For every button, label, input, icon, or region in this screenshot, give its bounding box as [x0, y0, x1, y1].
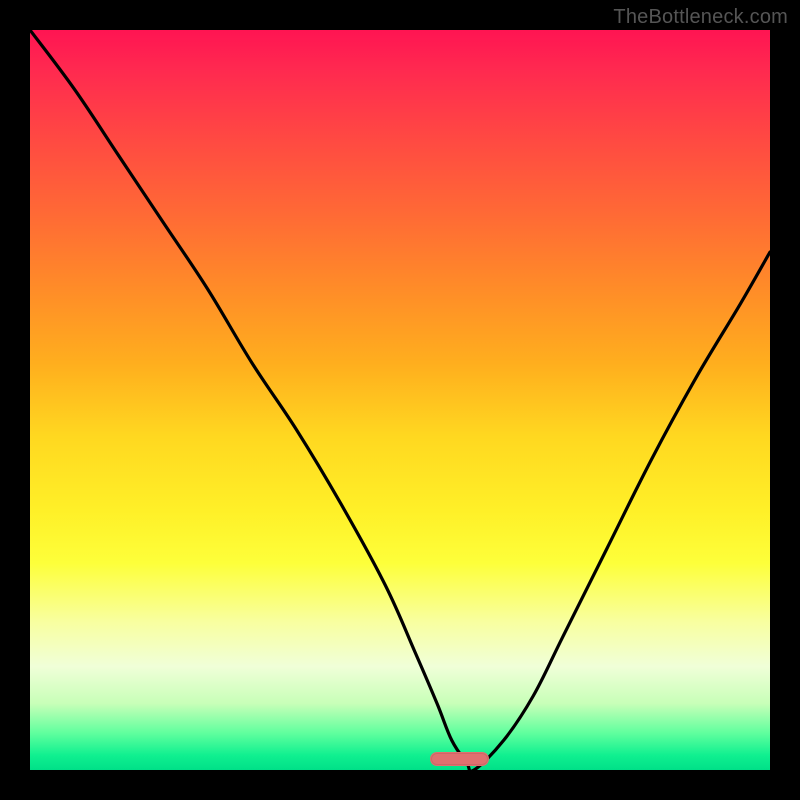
plot-area — [30, 30, 770, 770]
bottleneck-curve-svg — [30, 30, 770, 770]
watermark-text: TheBottleneck.com — [613, 6, 788, 29]
optimal-marker — [430, 752, 489, 766]
bottleneck-curve — [30, 30, 770, 770]
chart-frame: TheBottleneck.com — [0, 0, 800, 800]
